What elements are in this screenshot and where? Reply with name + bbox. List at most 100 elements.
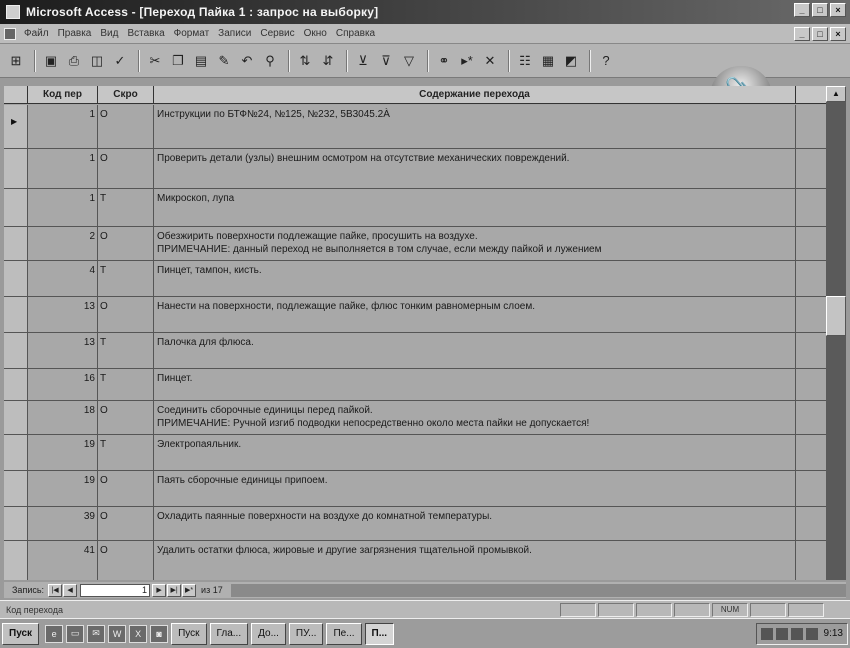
menu-edit[interactable]: Правка xyxy=(58,28,92,39)
taskbar-button-active[interactable]: П... xyxy=(364,622,395,645)
taskbar-button[interactable]: Пуск xyxy=(171,622,207,645)
record-selector[interactable] xyxy=(4,189,28,226)
code-cell[interactable]: 4 xyxy=(28,261,98,296)
menu-records[interactable]: Записи xyxy=(218,28,251,39)
hyperlink-icon[interactable]: ⚲ xyxy=(260,51,280,71)
code-cell[interactable]: 19 xyxy=(28,435,98,470)
tray-icon[interactable] xyxy=(760,627,773,640)
last-record-button[interactable]: ▶| xyxy=(167,583,182,597)
text-cell[interactable]: Удалить остатки флюса, жировые и другие … xyxy=(154,541,796,580)
text-cell[interactable]: Охладить паянные поверхности на воздухе … xyxy=(154,507,796,540)
doc-minimize-button[interactable]: _ xyxy=(794,27,810,41)
text-cell[interactable]: Обезжирить поверхности подлежащие пайке,… xyxy=(154,227,796,260)
code-cell[interactable]: 1 xyxy=(28,189,98,226)
menu-window[interactable]: Окно xyxy=(304,28,327,39)
table-row[interactable]: 13 О Нанести на поверхности, подлежащие па… xyxy=(4,297,826,333)
type-cell[interactable]: О xyxy=(98,105,154,148)
table-row[interactable]: 18 О Соединить сборочные единицы перед пай… xyxy=(4,401,826,435)
code-cell[interactable]: 19 xyxy=(28,471,98,506)
spell-icon[interactable]: ✓ xyxy=(110,51,130,71)
menu-insert[interactable]: Вставка xyxy=(127,28,164,39)
select-all-corner[interactable] xyxy=(4,86,28,103)
menu-help[interactable]: Справка xyxy=(336,28,375,39)
taskbar-button[interactable]: Пе... xyxy=(326,622,362,645)
ql-icon[interactable]: ◙ xyxy=(150,624,169,643)
type-cell[interactable]: Т xyxy=(98,435,154,470)
table-row[interactable]: 1 Т Микроскоп, лупа xyxy=(4,189,826,227)
paste-icon[interactable]: ▤ xyxy=(191,51,211,71)
code-cell[interactable]: 18 xyxy=(28,401,98,434)
record-selector[interactable] xyxy=(4,507,28,540)
record-selector[interactable] xyxy=(4,435,28,470)
record-number-input[interactable]: 1 xyxy=(80,583,151,597)
undo-icon[interactable]: ↶ xyxy=(237,51,257,71)
menu-tools[interactable]: Сервис xyxy=(260,28,294,39)
table-row[interactable]: 1 О Проверить детали (узлы) внешним осмотр… xyxy=(4,149,826,189)
word-icon[interactable]: W xyxy=(108,624,127,643)
filter-selection-icon[interactable]: ⊻ xyxy=(353,51,373,71)
vertical-scrollbar[interactable]: ▲ xyxy=(826,86,846,580)
text-cell[interactable]: Паять сборочные единицы припоем. xyxy=(154,471,796,506)
prev-record-button[interactable]: ◀ xyxy=(63,583,78,597)
cut-icon[interactable]: ✂ xyxy=(145,51,165,71)
help-icon[interactable]: ? xyxy=(596,51,616,71)
table-row[interactable]: 19 О Паять сборочные единицы припоем. xyxy=(4,471,826,507)
taskbar-button[interactable]: До... xyxy=(251,622,286,645)
taskbar-button[interactable]: ПУ... xyxy=(288,622,324,645)
doc-restore-button[interactable]: □ xyxy=(812,27,828,41)
text-cell[interactable]: Проверить детали (узлы) внешним осмотром… xyxy=(154,149,796,188)
close-button[interactable]: × xyxy=(830,3,846,17)
maximize-button[interactable]: □ xyxy=(812,3,828,17)
text-cell[interactable]: Микроскоп, лупа xyxy=(154,189,796,226)
record-selector[interactable] xyxy=(4,333,28,368)
table-row[interactable]: 13 Т Палочка для флюса. xyxy=(4,333,826,369)
text-cell[interactable]: Инструкции по БТФ№24, №125, №232, 5В3045… xyxy=(154,105,796,148)
column-header-type[interactable]: Скро xyxy=(98,86,154,103)
code-cell[interactable]: 13 xyxy=(28,297,98,332)
print-icon[interactable]: ⎙ xyxy=(64,51,84,71)
copy-icon[interactable]: ❐ xyxy=(168,51,188,71)
code-cell[interactable]: 1 xyxy=(28,149,98,188)
code-cell[interactable]: 2 xyxy=(28,227,98,260)
table-row[interactable]: 39 О Охладить паянные поверхности на возду… xyxy=(4,507,826,541)
menu-file[interactable]: Файл xyxy=(24,28,49,39)
filter-form-icon[interactable]: ⊽ xyxy=(376,51,396,71)
taskbar-button[interactable]: Гла... xyxy=(209,622,249,645)
excel-icon[interactable]: X xyxy=(129,624,148,643)
properties-icon[interactable]: ☷ xyxy=(515,51,535,71)
table-row[interactable]: 19 Т Электропаяльник. xyxy=(4,435,826,471)
doc-close-button[interactable]: × xyxy=(830,27,846,41)
record-selector[interactable] xyxy=(4,541,28,580)
type-cell[interactable]: О xyxy=(98,541,154,580)
desktop-icon[interactable]: ▭ xyxy=(66,624,85,643)
tray-icon[interactable] xyxy=(775,627,788,640)
access-app-icon[interactable] xyxy=(6,5,20,19)
type-cell[interactable]: О xyxy=(98,149,154,188)
table-row[interactable]: 2 О Обезжирить поверхности подлежащие пайк… xyxy=(4,227,826,261)
code-cell[interactable]: 41 xyxy=(28,541,98,580)
new-object-icon[interactable]: ◩ xyxy=(561,51,581,71)
horizontal-scrollbar[interactable] xyxy=(230,583,846,597)
record-selector[interactable] xyxy=(4,261,28,296)
text-cell[interactable]: Нанести на поверхности, подлежащие пайке… xyxy=(154,297,796,332)
text-cell[interactable]: Пинцет, тампон, кисть. xyxy=(154,261,796,296)
scroll-thumb[interactable] xyxy=(826,296,846,336)
type-cell[interactable]: Т xyxy=(98,333,154,368)
text-cell[interactable]: Палочка для флюса. xyxy=(154,333,796,368)
code-cell[interactable]: 1 xyxy=(28,105,98,148)
code-cell[interactable]: 39 xyxy=(28,507,98,540)
type-cell[interactable]: О xyxy=(98,401,154,434)
first-record-button[interactable]: |◀ xyxy=(48,583,63,597)
table-row[interactable]: 4 Т Пинцет, тампон, кисть. xyxy=(4,261,826,297)
record-selector[interactable] xyxy=(4,471,28,506)
column-header-text[interactable]: Содержание перехода xyxy=(154,86,796,103)
record-selector[interactable] xyxy=(4,401,28,434)
datasheet-icon[interactable] xyxy=(4,27,16,40)
table-row[interactable]: 41 О Удалить остатки флюса, жировые и друг… xyxy=(4,541,826,580)
type-cell[interactable]: О xyxy=(98,471,154,506)
type-cell[interactable]: Т xyxy=(98,369,154,400)
code-cell[interactable]: 16 xyxy=(28,369,98,400)
menu-view[interactable]: Вид xyxy=(100,28,118,39)
new-record-icon[interactable]: ▸* xyxy=(457,51,477,71)
type-cell[interactable]: О xyxy=(98,507,154,540)
